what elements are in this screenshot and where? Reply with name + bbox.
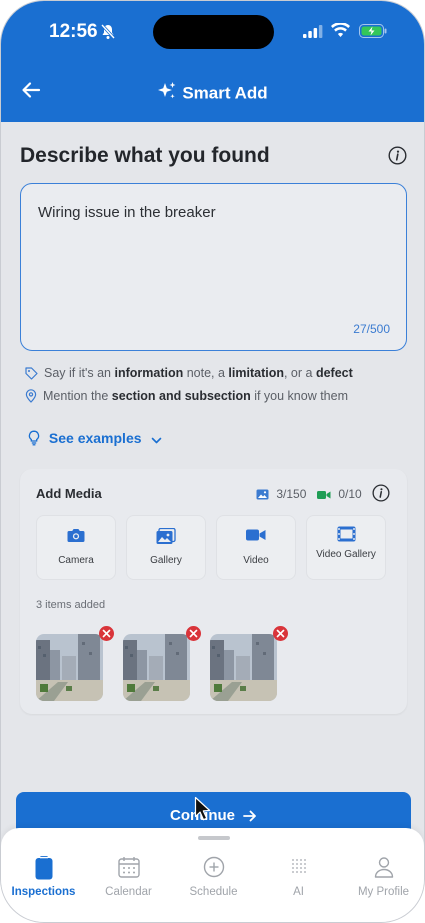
media-info-icon[interactable] [372, 484, 390, 507]
camera-button[interactable]: Camera [36, 515, 116, 580]
tab-schedule[interactable]: Schedule [171, 856, 256, 898]
hint-text: Say if it's an [44, 366, 115, 380]
tab-ai[interactable]: AI [256, 856, 341, 898]
page-title: Smart Add [182, 83, 268, 103]
photo-icon [256, 487, 276, 501]
tab-label: Schedule [189, 886, 238, 898]
video-label: Video [243, 555, 269, 566]
mouse-pointer-icon [194, 796, 212, 827]
tag-icon [25, 367, 38, 383]
video-gallery-icon [307, 526, 385, 547]
see-examples-label: See examples [48, 430, 142, 446]
tab-inspections[interactable]: Inspections [1, 856, 86, 898]
hint-type: Say if it's an information note, a limit… [25, 366, 353, 383]
video-button[interactable]: Video [216, 515, 296, 580]
hint-location: Mention the section and subsection if yo… [25, 389, 348, 406]
dynamic-island [153, 15, 274, 49]
items-added-count: 3 items added [36, 599, 106, 611]
info-icon[interactable] [388, 146, 407, 170]
nav-title-group: Smart Add [1, 81, 424, 106]
media-title: Add Media [36, 486, 102, 501]
video-icon [217, 528, 295, 547]
hint-text: Mention the [43, 389, 112, 403]
muted-bell-icon [100, 23, 116, 45]
gallery-button[interactable]: Gallery [126, 515, 206, 580]
video-count-value: 0/10 [338, 487, 362, 501]
lightbulb-icon [27, 430, 45, 446]
hint-bold: defect [315, 366, 353, 380]
chevron-down-icon [151, 430, 162, 446]
add-media-card: Add Media 3/150 0/10 Camera Gallery Vide… [20, 469, 407, 714]
cellular-signal-icon [303, 25, 323, 43]
description-value: Wiring issue in the breaker [38, 204, 216, 221]
clipboard-icon [1, 856, 86, 882]
media-thumbnail[interactable] [123, 634, 190, 701]
remove-media-button[interactable] [186, 626, 201, 641]
battery-charging-icon [359, 24, 387, 43]
tab-label: Calendar [105, 886, 152, 898]
character-counter: 27/500 [353, 322, 390, 336]
section-heading: Describe what you found [20, 144, 270, 167]
video-gallery-button[interactable]: Video Gallery [306, 515, 386, 580]
gallery-icon [127, 527, 205, 550]
tab-label: Inspections [11, 886, 76, 898]
location-pin-icon [25, 389, 37, 406]
calendar-icon [86, 856, 171, 882]
wifi-icon [331, 22, 350, 43]
hint-text: note, a [183, 366, 229, 380]
media-thumbnail[interactable] [36, 634, 103, 701]
camera-icon [37, 528, 115, 548]
arrow-right-icon [243, 810, 256, 822]
photo-count-value: 3/150 [276, 487, 307, 501]
app-header: 12:56 Smart Add [1, 1, 424, 122]
remove-media-button[interactable] [273, 626, 288, 641]
sparkle-icon [157, 81, 177, 106]
hint-bold: limitation [228, 366, 284, 380]
nav-bar: Smart Add [1, 77, 424, 107]
photo-count: 3/150 [256, 487, 306, 501]
status-bar: 12:56 [1, 15, 424, 49]
sheet-grabber[interactable] [198, 836, 230, 840]
video-count: 0/10 [317, 487, 362, 501]
hint-bold: information [114, 366, 184, 380]
camera-label: Camera [58, 555, 94, 566]
gallery-label: Gallery [150, 555, 182, 566]
description-input[interactable]: Wiring issue in the breaker 27/500 [20, 183, 407, 351]
add-circle-icon [171, 856, 256, 882]
tab-calendar[interactable]: Calendar [86, 856, 171, 898]
tab-label: My Profile [357, 886, 410, 898]
tab-my-profile[interactable]: My Profile [341, 856, 424, 898]
bottom-tab-bar: Inspections Calendar Schedule AI My Prof… [1, 828, 424, 922]
hint-bold: section and subsection [111, 389, 251, 403]
hint-text: if you know them [250, 389, 348, 403]
see-examples-toggle[interactable]: See examples [27, 430, 162, 446]
main-content: Describe what you found Wiring issue in … [1, 122, 424, 922]
ai-grid-icon [256, 856, 341, 882]
person-icon [341, 856, 424, 882]
status-time: 12:56 [49, 21, 98, 42]
video-camera-icon [317, 487, 338, 501]
video-gallery-label: Video Gallery [316, 549, 376, 560]
media-thumbnail[interactable] [210, 634, 277, 701]
continue-label-group: Continue [16, 807, 411, 824]
remove-media-button[interactable] [99, 626, 114, 641]
hint-text: , or a [283, 366, 316, 380]
phone-screen: 12:56 Smart Add Describe what you found … [0, 0, 425, 923]
tab-label: AI [293, 886, 304, 898]
